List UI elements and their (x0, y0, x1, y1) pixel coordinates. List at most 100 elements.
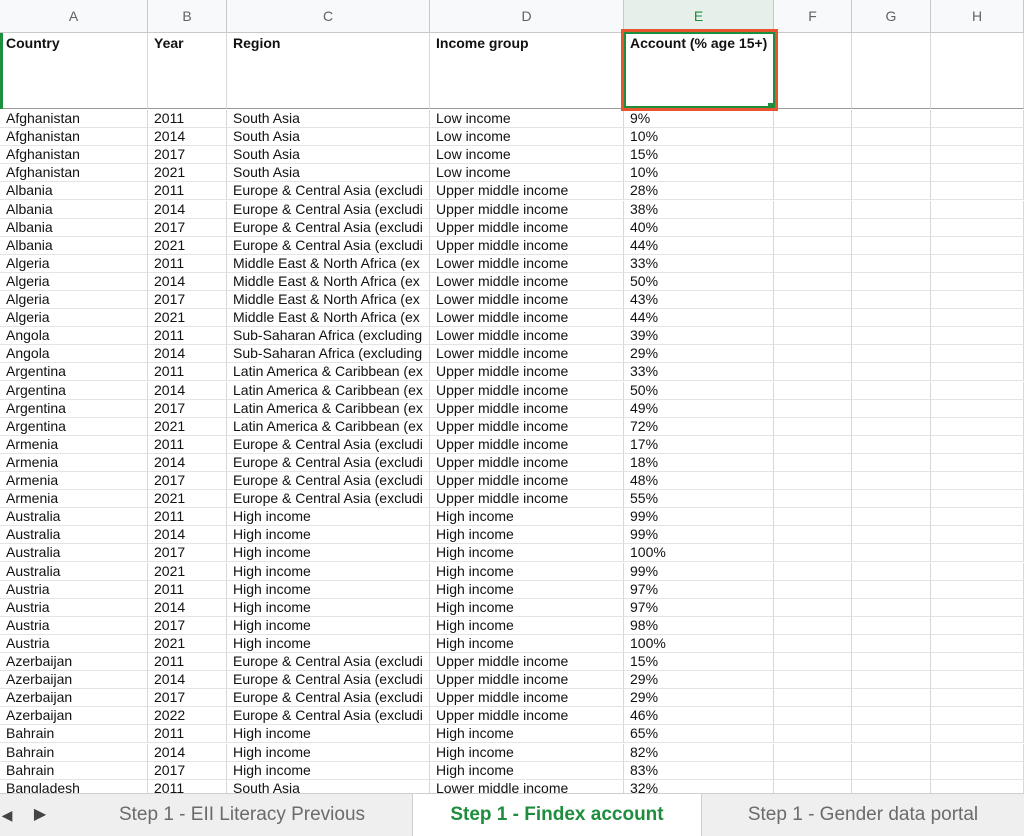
cell-account[interactable]: 82% (624, 743, 774, 762)
cell-g[interactable] (852, 128, 931, 147)
cell-f[interactable] (774, 381, 852, 400)
cell-g[interactable] (852, 634, 931, 653)
cell-income-group[interactable]: High income (430, 580, 624, 599)
cell-h[interactable] (931, 146, 1024, 165)
cell-h[interactable] (931, 309, 1024, 328)
cell-g[interactable] (852, 472, 931, 491)
cell-account[interactable]: 10% (624, 128, 774, 147)
cell-year[interactable]: 2011 (148, 254, 227, 273)
cell-account[interactable]: 29% (624, 689, 774, 708)
cell-f[interactable] (774, 399, 852, 418)
cell-account[interactable]: 15% (624, 653, 774, 672)
cell-year[interactable]: 2014 (148, 743, 227, 762)
cell-f[interactable] (774, 236, 852, 255)
cell-account[interactable]: 38% (624, 200, 774, 219)
cell-country[interactable]: Albania (0, 218, 148, 237)
cell-account[interactable]: 100% (624, 544, 774, 563)
cell-region[interactable]: South Asia (227, 128, 430, 147)
column-header-c[interactable]: C (227, 0, 430, 32)
cell-h[interactable] (931, 254, 1024, 273)
column-header-d[interactable]: D (430, 0, 624, 32)
header-cell-g[interactable] (852, 33, 931, 109)
cell-region[interactable]: Europe & Central Asia (excludi (227, 689, 430, 708)
cell-income-group[interactable]: High income (430, 508, 624, 527)
cell-g[interactable] (852, 272, 931, 291)
cell-year[interactable]: 2017 (148, 616, 227, 635)
cell-country[interactable]: Afghanistan (0, 146, 148, 165)
cell-f[interactable] (774, 272, 852, 291)
cell-region[interactable]: Europe & Central Asia (excludi (227, 236, 430, 255)
cell-account[interactable]: 18% (624, 453, 774, 472)
cell-f[interactable] (774, 634, 852, 653)
cell-country[interactable]: Bahrain (0, 725, 148, 744)
cell-f[interactable] (774, 453, 852, 472)
cell-country[interactable]: Albania (0, 236, 148, 255)
cell-year[interactable]: 2014 (148, 381, 227, 400)
cell-country[interactable]: Armenia (0, 435, 148, 454)
cell-h[interactable] (931, 435, 1024, 454)
cell-g[interactable] (852, 200, 931, 219)
cell-region[interactable]: High income (227, 761, 430, 780)
cell-year[interactable]: 2011 (148, 327, 227, 346)
cell-region[interactable]: Latin America & Caribbean (ex (227, 399, 430, 418)
cell-country[interactable]: Azerbaijan (0, 707, 148, 726)
cell-f[interactable] (774, 598, 852, 617)
cell-income-group[interactable]: Low income (430, 164, 624, 183)
cell-f[interactable] (774, 689, 852, 708)
cell-income-group[interactable]: Upper middle income (430, 381, 624, 400)
cell-h[interactable] (931, 200, 1024, 219)
cell-g[interactable] (852, 562, 931, 581)
cell-h[interactable] (931, 472, 1024, 491)
cell-country[interactable]: Algeria (0, 272, 148, 291)
cell-g[interactable] (852, 508, 931, 527)
cell-year[interactable]: 2011 (148, 508, 227, 527)
cell-account[interactable]: 99% (624, 508, 774, 527)
sheet-tab-eii-literacy-previous[interactable]: Step 1 - EII Literacy Previous (62, 794, 422, 836)
cell-h[interactable] (931, 128, 1024, 147)
cell-f[interactable] (774, 254, 852, 273)
cell-account[interactable]: 17% (624, 435, 774, 454)
cell-h[interactable] (931, 363, 1024, 382)
column-header-g[interactable]: G (852, 0, 931, 32)
cell-region[interactable]: Middle East & North Africa (ex (227, 272, 430, 291)
cell-g[interactable] (852, 743, 931, 762)
cell-region[interactable]: Europe & Central Asia (excludi (227, 435, 430, 454)
cell-f[interactable] (774, 472, 852, 491)
cell-account[interactable]: 99% (624, 562, 774, 581)
cell-income-group[interactable]: High income (430, 598, 624, 617)
sheet-tab-findex-account[interactable]: Step 1 - Findex account (412, 794, 702, 836)
cell-g[interactable] (852, 218, 931, 237)
cell-country[interactable]: Azerbaijan (0, 653, 148, 672)
cell-region[interactable]: Sub-Saharan Africa (excluding (227, 345, 430, 364)
cell-year[interactable]: 2017 (148, 472, 227, 491)
cell-h[interactable] (931, 508, 1024, 527)
cell-region[interactable]: High income (227, 634, 430, 653)
cell-account[interactable]: 44% (624, 236, 774, 255)
cell-region[interactable]: Europe & Central Asia (excludi (227, 671, 430, 690)
column-header-h[interactable]: H (931, 0, 1024, 32)
cell-year[interactable]: 2017 (148, 544, 227, 563)
cell-g[interactable] (852, 761, 931, 780)
spreadsheet-grid[interactable]: Country Year Region Income group Account… (0, 33, 1024, 793)
cell-account[interactable]: 29% (624, 671, 774, 690)
cell-country[interactable]: Azerbaijan (0, 671, 148, 690)
cell-g[interactable] (852, 580, 931, 599)
cell-year[interactable]: 2014 (148, 598, 227, 617)
cell-income-group[interactable]: High income (430, 616, 624, 635)
cell-region[interactable]: High income (227, 743, 430, 762)
cell-country[interactable]: Argentina (0, 417, 148, 436)
cell-year[interactable]: 2011 (148, 725, 227, 744)
cell-g[interactable] (852, 598, 931, 617)
cell-region[interactable]: High income (227, 725, 430, 744)
cell-h[interactable] (931, 327, 1024, 346)
cell-country[interactable]: Austria (0, 616, 148, 635)
cell-year[interactable]: 2014 (148, 128, 227, 147)
cell-country[interactable]: Algeria (0, 309, 148, 328)
cell-account[interactable]: 46% (624, 707, 774, 726)
cell-h[interactable] (931, 671, 1024, 690)
cell-region[interactable]: Europe & Central Asia (excludi (227, 182, 430, 201)
cell-country[interactable]: Australia (0, 544, 148, 563)
cell-account[interactable]: 98% (624, 616, 774, 635)
cell-income-group[interactable]: High income (430, 743, 624, 762)
cell-account[interactable]: 33% (624, 254, 774, 273)
